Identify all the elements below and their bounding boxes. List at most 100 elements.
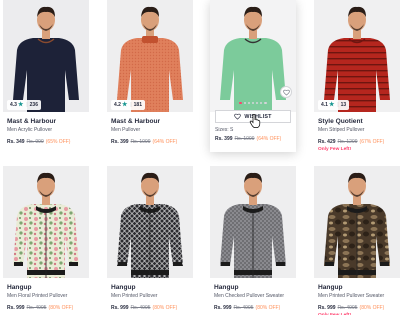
price-row: Rs. 999 Rs. 4995 (80% OFF) (111, 304, 195, 312)
original-price: Rs. 4995 (233, 305, 254, 311)
product-image-illustration (210, 166, 296, 278)
current-price: Rs. 429 (318, 139, 336, 145)
product-card[interactable]: Hangup Men Printed Pullover Rs. 999 Rs. 499… (107, 166, 193, 315)
rating-value: 4.3 (10, 102, 17, 108)
price-row: Rs. 999 Rs. 4995 (80% OFF) (318, 304, 400, 312)
product-image[interactable] (3, 0, 89, 112)
product-card[interactable]: 4.1★ | 13 Style Quotient Men Striped Pullove… (314, 0, 400, 152)
price-row: Rs. 399 Rs. 1099 (64% OFF) (215, 136, 281, 142)
product-info: Hangup Men Checked Pullover Sweater Rs. 99… (214, 283, 298, 312)
rating-badge: 4.3★ | 236 (7, 100, 41, 110)
product-description: Men Striped Pullover (318, 127, 365, 133)
product-brand: Hangup (318, 284, 343, 291)
image-carousel-dots (210, 102, 296, 105)
product-image-illustration (3, 0, 89, 112)
product-image-illustration (107, 0, 193, 112)
discount-label: (80% OFF) (48, 305, 74, 311)
product-card[interactable]: WISHLIST Sizes: S Rs. 399 Rs. 1099 (64% OFF) (210, 0, 296, 152)
product-brand: Hangup (7, 284, 32, 291)
rating-count: 181 (133, 102, 142, 108)
product-card[interactable]: Hangup Men Floral Printed Pullover Rs. 999… (3, 166, 89, 315)
carousel-dot[interactable] (256, 102, 259, 105)
carousel-dot[interactable] (260, 102, 263, 105)
original-price: Rs. 4995 (26, 305, 47, 311)
product-image[interactable] (314, 166, 400, 278)
heart-icon[interactable] (280, 86, 292, 98)
product-brand: Hangup (111, 284, 136, 291)
rating-value: 4.2 (114, 102, 121, 108)
product-card[interactable]: 4.3★ | 236 Mast & Harbour Men Acrylic Pullov… (3, 0, 89, 152)
discount-label: (67% OFF) (359, 139, 385, 145)
product-card[interactable]: 4.2★ | 181 Mast & Harbour Men Pullover Rs. 39… (107, 0, 193, 152)
rating-count: 236 (29, 102, 38, 108)
rating-divider: | (130, 102, 132, 108)
rating-value: 4.1 (321, 102, 328, 108)
discount-label: (80% OFF) (152, 305, 178, 311)
original-price: Rs. 1299 (337, 139, 358, 145)
product-image[interactable] (3, 166, 89, 278)
product-info: Hangup Men Floral Printed Pullover Rs. 999… (7, 283, 91, 312)
rating-badge: 4.1★ | 13 (318, 100, 350, 110)
carousel-dot[interactable] (264, 102, 267, 105)
original-price: Rs. 999 (26, 139, 44, 145)
original-price: Rs. 4995 (337, 305, 358, 311)
product-description: Men Pullover (111, 127, 141, 133)
discount-label: (80% OFF) (255, 305, 281, 311)
price-row: Rs. 349 Rs. 999 (65% OFF) (7, 138, 91, 146)
discount-label: (80% OFF) (359, 305, 385, 311)
price-row: Rs. 429 Rs. 1299 (67% OFF) (318, 138, 400, 146)
product-brand: Mast & Harbour (111, 118, 161, 125)
current-price: Rs. 999 (7, 305, 25, 311)
star-icon: ★ (17, 102, 24, 108)
current-price: Rs. 349 (7, 139, 25, 145)
product-info: Style Quotient Men Striped Pullover Rs. 42… (318, 117, 400, 153)
current-price: Rs. 999 (214, 305, 232, 311)
product-description: Men Acrylic Pullover (7, 127, 53, 133)
product-image[interactable] (210, 166, 296, 278)
product-brand: Style Quotient (318, 118, 363, 125)
product-info: Mast & Harbour Men Pullover Rs. 399 Rs. 109… (111, 117, 195, 146)
product-card[interactable]: Hangup Men Printed Pullover Sweater Rs. 99… (314, 166, 400, 315)
hand-cursor-icon (249, 113, 261, 128)
original-price: Rs. 1099 (130, 139, 151, 145)
discount-label: (64% OFF) (256, 136, 282, 142)
product-description: Men Checked Pullover Sweater (214, 293, 285, 299)
product-image[interactable] (314, 0, 400, 112)
carousel-dot[interactable] (239, 102, 242, 105)
product-image-illustration (3, 166, 89, 278)
original-price: Rs. 1099 (234, 136, 255, 142)
product-brand: Hangup (214, 284, 239, 291)
current-price: Rs. 399 (111, 139, 129, 145)
rating-count: 13 (340, 102, 347, 108)
product-image-illustration (314, 0, 400, 112)
rating-badge: 4.2★ | 181 (111, 100, 145, 110)
rating-divider: | (337, 102, 339, 108)
price-row: Rs. 999 Rs. 4995 (80% OFF) (7, 304, 91, 312)
original-price: Rs. 4995 (130, 305, 151, 311)
price-row: Rs. 999 Rs. 4995 (80% OFF) (214, 304, 298, 312)
product-description: Men Printed Pullover Sweater (318, 293, 385, 299)
product-description: Men Floral Printed Pullover (7, 293, 68, 299)
product-card[interactable]: Hangup Men Checked Pullover Sweater Rs. 99… (210, 166, 296, 315)
star-icon: ★ (328, 102, 335, 108)
current-price: Rs. 999 (318, 305, 336, 311)
product-image[interactable] (107, 166, 193, 278)
product-image[interactable] (107, 0, 193, 112)
carousel-dot[interactable] (251, 102, 255, 105)
carousel-dot[interactable] (247, 102, 250, 105)
product-image-illustration (107, 166, 193, 278)
current-price: Rs. 999 (111, 305, 129, 311)
star-icon: ★ (121, 102, 128, 108)
carousel-dot[interactable] (243, 102, 246, 105)
product-image-illustration (314, 166, 400, 278)
product-info: Hangup Men Printed Pullover Rs. 999 Rs. 499… (111, 283, 195, 312)
product-brand: Mast & Harbour (7, 118, 57, 125)
rating-divider: | (26, 102, 28, 108)
price-row: Rs. 399 Rs. 1099 (64% OFF) (111, 138, 195, 146)
product-info: Mast & Harbour Men Acrylic Pullover Rs. 34… (7, 117, 91, 146)
stock-alert: Only Few Left! (318, 147, 352, 152)
current-price: Rs. 399 (215, 136, 233, 142)
product-grid: 4.3★ | 236 Mast & Harbour Men Acrylic Pullov… (0, 0, 400, 315)
sizes-available: Sizes: S (215, 127, 234, 133)
discount-label: (65% OFF) (45, 139, 71, 145)
